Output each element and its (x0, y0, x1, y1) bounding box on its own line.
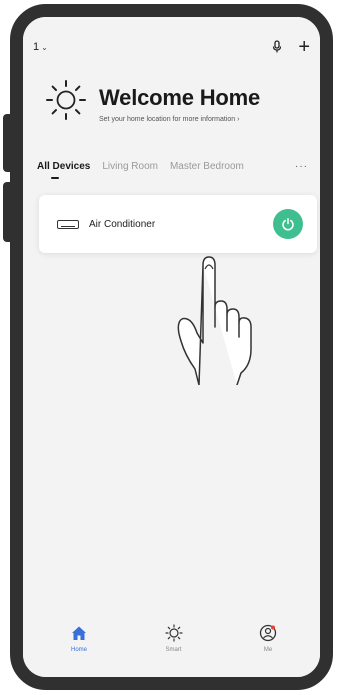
phone-frame: 1 ⌄ + Welcome Home Set your home locatio… (10, 4, 333, 690)
more-tabs-icon[interactable]: ··· (295, 161, 308, 172)
device-name: Air Conditioner (89, 218, 156, 230)
tab-living-room[interactable]: Living Room (102, 161, 158, 172)
tab-master-bedroom[interactable]: Master Bedroom (170, 161, 244, 172)
home-icon (72, 626, 86, 640)
top-actions: + (272, 37, 310, 57)
power-button[interactable] (273, 209, 303, 239)
nav-home[interactable]: Home (57, 623, 101, 673)
power-icon (282, 218, 294, 231)
nav-smart[interactable]: Smart (152, 623, 196, 673)
app-screen: 1 ⌄ + Welcome Home Set your home locatio… (23, 17, 320, 677)
top-bar: 1 ⌄ + (33, 37, 310, 57)
add-device-icon[interactable]: + (298, 37, 310, 57)
sun-icon (46, 80, 86, 120)
welcome-banner: Welcome Home Set your home location for … (43, 77, 260, 123)
room-tabs: All Devices Living Room Master Bedroom ·… (23, 155, 320, 179)
me-icon (259, 624, 277, 642)
home-switcher[interactable]: 1 ⌄ (33, 41, 48, 53)
nav-me-label: Me (263, 647, 273, 653)
nav-me[interactable]: Me (246, 623, 290, 673)
air-conditioner-icon (57, 219, 79, 229)
welcome-title: Welcome Home (99, 85, 261, 110)
screenshot-stage: 1 ⌄ + Welcome Home Set your home locatio… (0, 0, 345, 695)
tab-all-devices[interactable]: All Devices (37, 161, 90, 179)
bottom-navigation: Home Smart Me (23, 623, 320, 673)
location-hint-link[interactable]: Set your home location for more informat… (99, 116, 260, 123)
microphone-icon[interactable] (272, 40, 282, 54)
home-name: 1 (33, 41, 40, 53)
smart-sun-icon (164, 624, 183, 642)
nav-smart-label: Smart (165, 647, 182, 653)
tap-hand-illustration (177, 256, 252, 385)
nav-home-label: Home (70, 647, 87, 653)
chevron-down-icon: ⌄ (41, 42, 48, 52)
